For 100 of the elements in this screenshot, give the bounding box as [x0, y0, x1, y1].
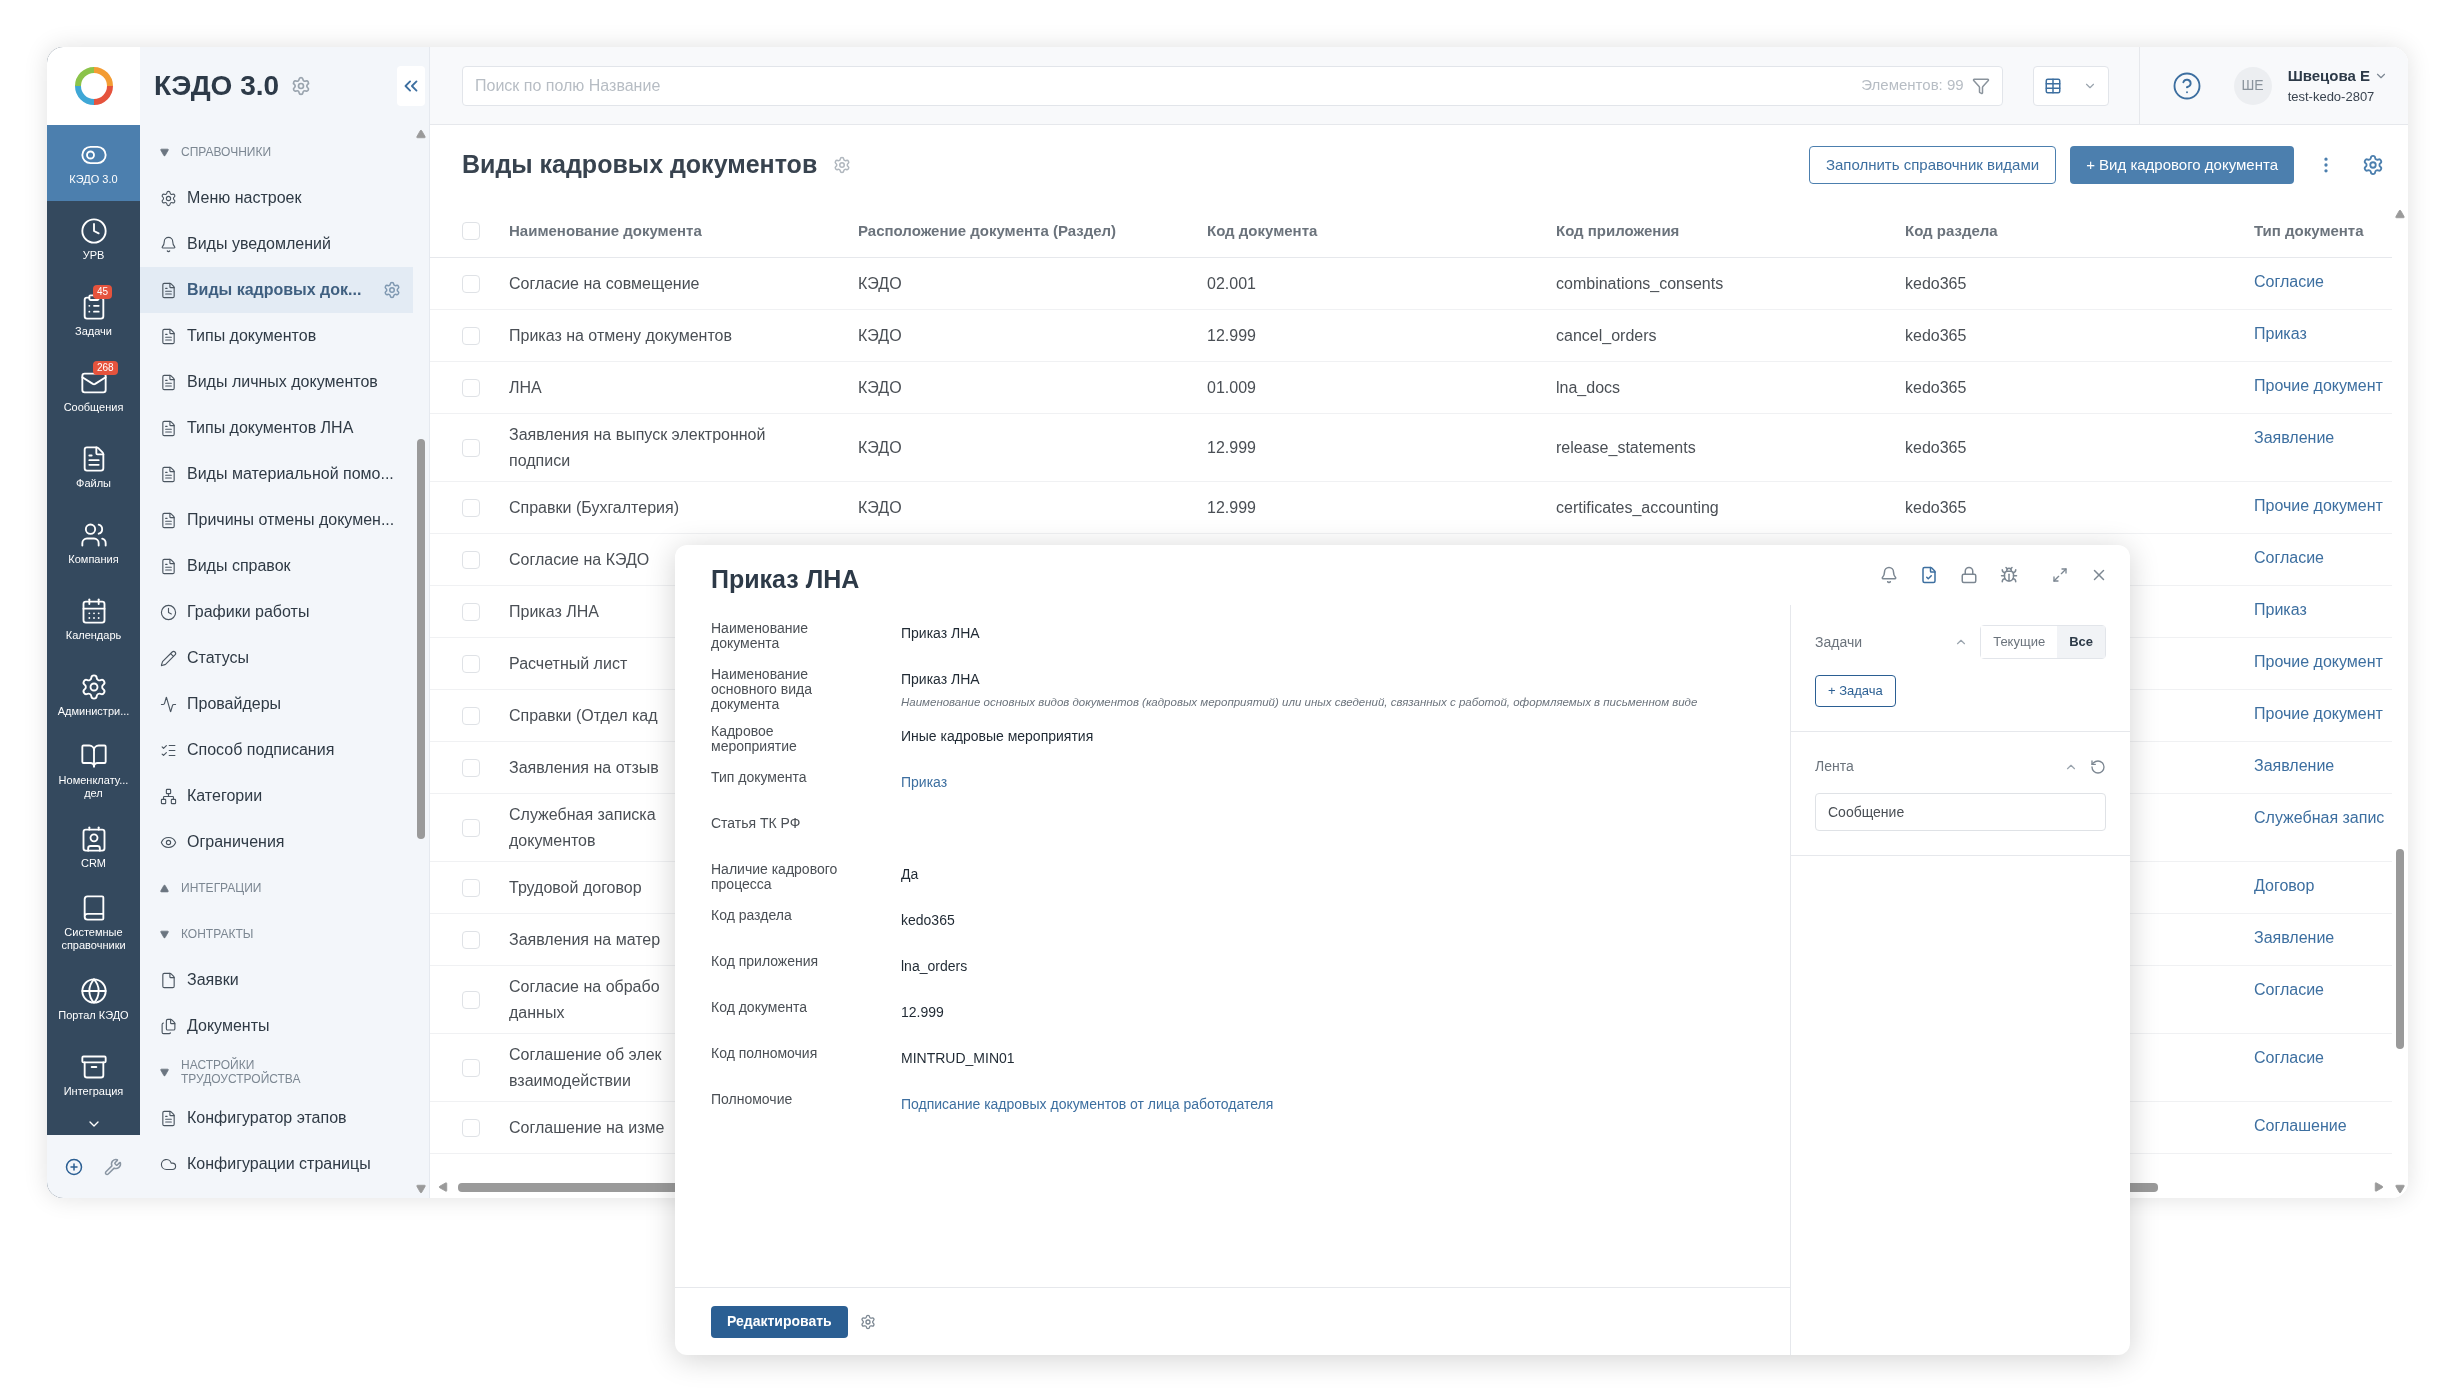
nav-item[interactable]: Документы [140, 1003, 413, 1049]
filter-tab[interactable]: Все [2057, 626, 2105, 658]
scroll-down-icon[interactable] [2395, 1184, 2405, 1194]
column-header[interactable]: Тип документа [2254, 219, 2392, 243]
type-link[interactable]: Заявление [2254, 926, 2392, 950]
user-name[interactable]: Швецова Е [2287, 64, 2388, 87]
settings-icon[interactable] [859, 1313, 876, 1330]
scroll-up-icon[interactable] [2395, 209, 2405, 219]
nav-item[interactable]: Меню настроек [140, 175, 413, 221]
checkbox[interactable] [462, 378, 480, 397]
section-header[interactable]: СПРАВОЧНИКИ [140, 129, 413, 175]
refresh-icon[interactable] [2090, 758, 2106, 775]
nav-item[interactable]: Виды кадровых док... [140, 267, 413, 313]
settings-icon[interactable] [2362, 154, 2384, 176]
nav-item[interactable]: Типы документов ЛНА [140, 405, 413, 451]
type-link[interactable]: Прочие документ [2254, 650, 2392, 674]
rail-item[interactable]: Компания [47, 505, 140, 581]
lock-icon[interactable] [1960, 566, 1978, 584]
checkbox[interactable] [462, 438, 480, 457]
rail-item[interactable]: 268 Сообщения [47, 353, 140, 429]
scroll-left-icon[interactable] [438, 1182, 448, 1192]
type-link[interactable]: Приказ [2254, 598, 2392, 622]
checkbox[interactable] [462, 326, 480, 345]
nav-item[interactable]: Ограничения [140, 819, 413, 865]
plus-icon[interactable] [65, 1157, 84, 1176]
checkbox[interactable] [462, 1118, 480, 1137]
checkbox[interactable] [462, 878, 480, 897]
column-header[interactable]: Код документа [1207, 219, 1556, 243]
scroll-right-icon[interactable] [2374, 1182, 2384, 1192]
type-link[interactable]: Заявление [2254, 426, 2392, 450]
message-field[interactable]: Сообщение [1815, 793, 2106, 831]
checkbox[interactable] [462, 602, 480, 621]
nav-item[interactable]: Провайдеры [140, 681, 413, 727]
column-header[interactable]: Наименование документа [509, 219, 858, 243]
rail-item[interactable]: Номенклату... дел [47, 733, 140, 809]
checkbox[interactable] [462, 274, 480, 293]
type-link[interactable]: Прочие документ [2254, 494, 2392, 518]
checkbox[interactable] [462, 930, 480, 949]
section-header[interactable]: ИНТЕГРАЦИИ [140, 865, 413, 911]
document-icon[interactable] [1920, 566, 1938, 584]
expand-icon[interactable] [2052, 567, 2068, 583]
settings-icon[interactable] [291, 76, 312, 96]
search-field[interactable]: Поиск по полю Название [475, 73, 1854, 98]
type-link[interactable]: Согласие [2254, 978, 2392, 1002]
checkbox[interactable] [462, 1058, 480, 1077]
wrench-icon[interactable] [103, 1157, 122, 1176]
checkbox[interactable] [462, 706, 480, 725]
type-link[interactable]: Заявление [2254, 754, 2392, 778]
rail-item[interactable]: Календарь [47, 581, 140, 657]
section-header[interactable]: КОНТРАКТЫ [140, 911, 413, 957]
nav-item[interactable]: Типы документов [140, 313, 413, 359]
rail-item[interactable]: Портал КЭДО [47, 961, 140, 1037]
nav-item[interactable]: Статусы [140, 635, 413, 681]
section-header[interactable]: НАСТРОЙКИ ТРУДОУСТРОЙСТВА [140, 1049, 413, 1095]
type-link[interactable]: Служебная запис [2254, 806, 2392, 830]
rail-item[interactable]: Системные справочники [47, 885, 140, 961]
rail-item[interactable]: CRM [47, 809, 140, 885]
nav-item[interactable]: Графики работы [140, 589, 413, 635]
checkbox[interactable] [462, 654, 480, 673]
field-link[interactable]: Приказ [901, 772, 948, 793]
nav-item[interactable]: Виды уведомлений [140, 221, 413, 267]
type-link[interactable]: Соглашение [2254, 1114, 2392, 1138]
rail-item[interactable]: Администри... [47, 657, 140, 733]
filter-icon[interactable] [1971, 76, 1990, 95]
checkbox[interactable] [462, 222, 480, 240]
type-link[interactable]: Приказ [2254, 322, 2392, 346]
nav-item[interactable]: Причины отмены докумен... [140, 497, 413, 543]
rail-item[interactable]: КЭДО 3.0 [47, 125, 140, 201]
checkbox[interactable] [462, 550, 480, 569]
add-task-button[interactable]: + Задача [1815, 675, 1896, 707]
nav-item[interactable]: Виды материальной помо... [140, 451, 413, 497]
checkbox[interactable] [462, 990, 480, 1009]
nav-item[interactable]: Виды справок [140, 543, 413, 589]
column-header[interactable]: Код приложения [1556, 219, 1905, 243]
edit-button[interactable]: Редактировать [711, 1305, 848, 1338]
rail-item[interactable]: Интеграция [47, 1037, 140, 1113]
column-header[interactable]: Код раздела [1905, 219, 2254, 243]
type-link[interactable]: Прочие документ [2254, 702, 2392, 726]
type-link[interactable]: Договор [2254, 874, 2392, 898]
rail-item[interactable]: УРВ [47, 201, 140, 277]
settings-icon[interactable] [383, 281, 401, 299]
settings-icon[interactable] [833, 156, 852, 174]
checkbox[interactable] [462, 498, 480, 517]
type-link[interactable]: Согласие [2254, 1046, 2392, 1070]
nav-item[interactable]: Заявки [140, 957, 413, 1003]
scroll-thumb[interactable] [2396, 849, 2404, 1049]
nav-item[interactable]: Виды личных документов [140, 359, 413, 405]
rail-item[interactable]: 45 Задачи [47, 277, 140, 353]
scroll-up-icon[interactable] [416, 129, 426, 139]
type-link[interactable]: Согласие [2254, 270, 2392, 294]
bug-icon[interactable] [2000, 566, 2018, 584]
nav-item[interactable]: Конфигуратор этапов [140, 1095, 413, 1141]
collapse-button[interactable] [397, 66, 425, 106]
type-link[interactable]: Согласие [2254, 546, 2392, 570]
type-link[interactable]: Прочие документ [2254, 374, 2392, 398]
field-link[interactable]: Подписание кадровых документов от лица работодателя [901, 1094, 1274, 1115]
scroll-thumb[interactable] [417, 439, 425, 839]
column-header[interactable]: Расположение документа (Раздел) [858, 219, 1207, 243]
nav-item[interactable]: Конфигурации страницы [140, 1141, 413, 1187]
view-toggle[interactable] [2032, 65, 2109, 106]
